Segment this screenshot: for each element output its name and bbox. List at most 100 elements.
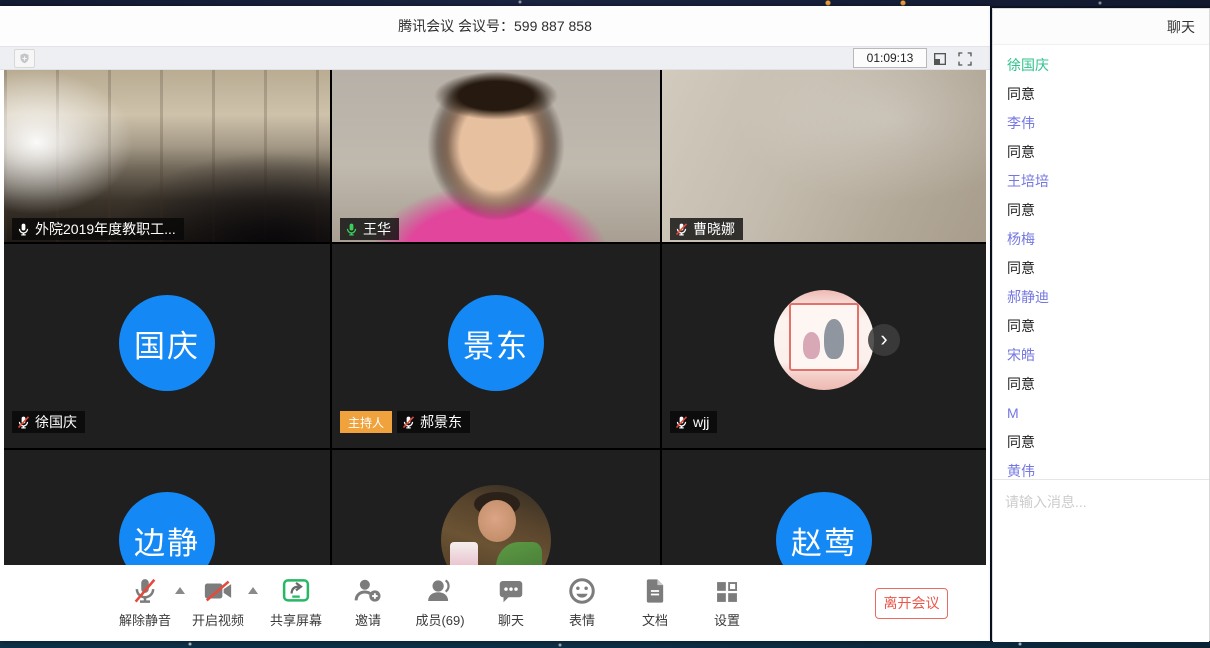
toolbar-docs-button[interactable]: 文档: [617, 572, 693, 629]
avatar-initials: 景东: [448, 295, 544, 391]
photo-frame: [789, 303, 859, 371]
video-tile-wjj[interactable]: wjj: [662, 244, 986, 448]
participant-name: 外院2019年度教职工...: [35, 219, 176, 239]
chat-message-text: 同意: [1007, 370, 1195, 399]
chat-panel-title: 聊天: [993, 9, 1209, 45]
chat-message-text: 同意: [1007, 254, 1195, 283]
toolbar-members-button[interactable]: 成员(69): [402, 572, 478, 629]
video-tile-caoxiaona[interactable]: 曹晓娜: [662, 70, 986, 242]
chat-input-area: [993, 479, 1209, 642]
invite-icon: [330, 572, 406, 606]
meeting-window: 腾讯会议 会议号：599 887 858 01:09:13: [0, 6, 990, 641]
participant-name: 曹晓娜: [693, 219, 735, 239]
chat-message: 李伟 同意: [1007, 109, 1195, 167]
mic-status-icon: [344, 222, 359, 237]
participant-name-tag: 徐国庆: [12, 411, 85, 433]
fullscreen-button[interactable]: [955, 49, 974, 68]
document-icon: [617, 572, 693, 606]
toolbar-emoji-button[interactable]: 表情: [544, 572, 620, 629]
mic-muted-icon: [674, 415, 689, 430]
participant-name-tag: 外院2019年度教职工...: [12, 218, 184, 240]
shield-plus-icon: [18, 52, 31, 65]
leave-meeting-button[interactable]: 离开会议: [875, 588, 948, 619]
chat-message-text: 同意: [1007, 138, 1195, 167]
fullscreen-icon: [957, 51, 973, 67]
video-tile-xuguoqing[interactable]: 国庆 徐国庆: [4, 244, 330, 448]
chat-panel: 聊天 徐国庆 同意 李伟 同意 王培培 同意 杨梅 同意 郝静迪 同意: [992, 8, 1210, 641]
participant-name: 王华: [363, 219, 391, 239]
avatar-photo: [441, 485, 551, 565]
next-page-button[interactable]: ›: [868, 324, 900, 356]
video-tile-haojingdong[interactable]: 景东 主持人 郝景东: [332, 244, 660, 448]
layout-switch-icon: [932, 51, 948, 67]
avatar-initials: 边静: [119, 492, 215, 565]
avatar-photo: [774, 290, 874, 390]
meeting-timer: 01:09:13: [853, 48, 927, 68]
meeting-app: 腾讯会议 会议号：599 887 858 01:09:13: [0, 0, 1210, 648]
toolbar-settings-button[interactable]: 设置: [689, 572, 765, 629]
chat-bubble-icon: [473, 572, 549, 606]
chat-sender-name: 宋皓: [1007, 341, 1195, 370]
chat-message: 徐国庆 同意: [1007, 51, 1195, 109]
chat-sender-name: 黄伟: [1007, 457, 1195, 479]
chat-message: 宋皓 同意: [1007, 341, 1195, 399]
chat-message-list[interactable]: 徐国庆 同意 李伟 同意 王培培 同意 杨梅 同意 郝静迪 同意 宋皓 同意: [993, 45, 1209, 479]
participant-name-tag: 郝景东: [397, 411, 470, 433]
chat-message: 王培培 同意: [1007, 167, 1195, 225]
security-shield-button[interactable]: [14, 49, 35, 68]
chat-sender-name: 郝静迪: [1007, 283, 1195, 312]
toolbar-chat-button[interactable]: 聊天: [473, 572, 549, 629]
photo-figure: [803, 332, 820, 359]
chat-sender-name: 徐国庆: [1007, 51, 1195, 80]
members-icon: [402, 572, 478, 606]
toolbar-unmute-button[interactable]: 解除静音: [107, 572, 183, 629]
mic-muted-icon: [107, 572, 183, 606]
video-tile-room[interactable]: 外院2019年度教职工...: [4, 70, 330, 242]
photo-figure: [824, 319, 844, 359]
video-tile-zhaoying[interactable]: 赵莺: [662, 450, 986, 565]
chat-message-text: 同意: [1007, 428, 1195, 457]
video-tile-wanghua[interactable]: 王华: [332, 70, 660, 242]
avatar-initials: 赵莺: [776, 492, 872, 565]
camera-off-icon: [180, 572, 256, 606]
share-screen-icon: [258, 572, 334, 606]
mic-status-icon: [16, 222, 31, 237]
chat-sender-name: M: [1007, 399, 1195, 428]
meeting-toolbar: 解除静音 开启视频 共享屏幕 邀请: [0, 565, 990, 641]
participant-name: 郝景东: [420, 412, 462, 432]
chat-message: 郝静迪 同意: [1007, 283, 1195, 341]
toolbar-start-video-button[interactable]: 开启视频: [180, 572, 256, 629]
chat-message: M 同意: [1007, 399, 1195, 457]
video-tile-bianjing[interactable]: 边静: [4, 450, 330, 565]
chat-message-text: 同意: [1007, 80, 1195, 109]
photo-figure: [478, 500, 515, 542]
mic-muted-icon: [674, 222, 689, 237]
photo-figure: [496, 542, 542, 565]
participant-name-tag: 王华: [340, 218, 399, 240]
chat-input[interactable]: [993, 480, 1209, 642]
mic-muted-icon: [401, 415, 416, 430]
chat-sender-name: 杨梅: [1007, 225, 1195, 254]
toolbar-share-screen-button[interactable]: 共享屏幕: [258, 572, 334, 629]
video-tile-baby[interactable]: [332, 450, 660, 565]
layout-switch-button[interactable]: [930, 49, 949, 68]
participant-name: 徐国庆: [35, 412, 77, 432]
avatar-initials: 国庆: [119, 295, 215, 391]
chat-message-text: 同意: [1007, 196, 1195, 225]
emoji-icon: [544, 572, 620, 606]
settings-grid-icon: [689, 572, 765, 606]
chat-sender-name: 李伟: [1007, 109, 1195, 138]
mic-muted-icon: [16, 415, 31, 430]
chat-message: 杨梅 同意: [1007, 225, 1195, 283]
window-title: 腾讯会议 会议号：599 887 858: [0, 6, 990, 46]
participant-name-tag: 曹晓娜: [670, 218, 743, 240]
photo-figure: [450, 542, 479, 565]
chat-sender-name: 王培培: [1007, 167, 1195, 196]
status-bar: 01:09:13: [0, 46, 990, 70]
toolbar-invite-button[interactable]: 邀请: [330, 572, 406, 629]
host-badge: 主持人: [340, 411, 392, 433]
participant-name-tag: wjj: [670, 411, 717, 433]
chat-message: 黄伟 同意: [1007, 457, 1195, 479]
caret-up-icon[interactable]: [248, 587, 258, 594]
chevron-right-icon: ›: [880, 328, 887, 350]
